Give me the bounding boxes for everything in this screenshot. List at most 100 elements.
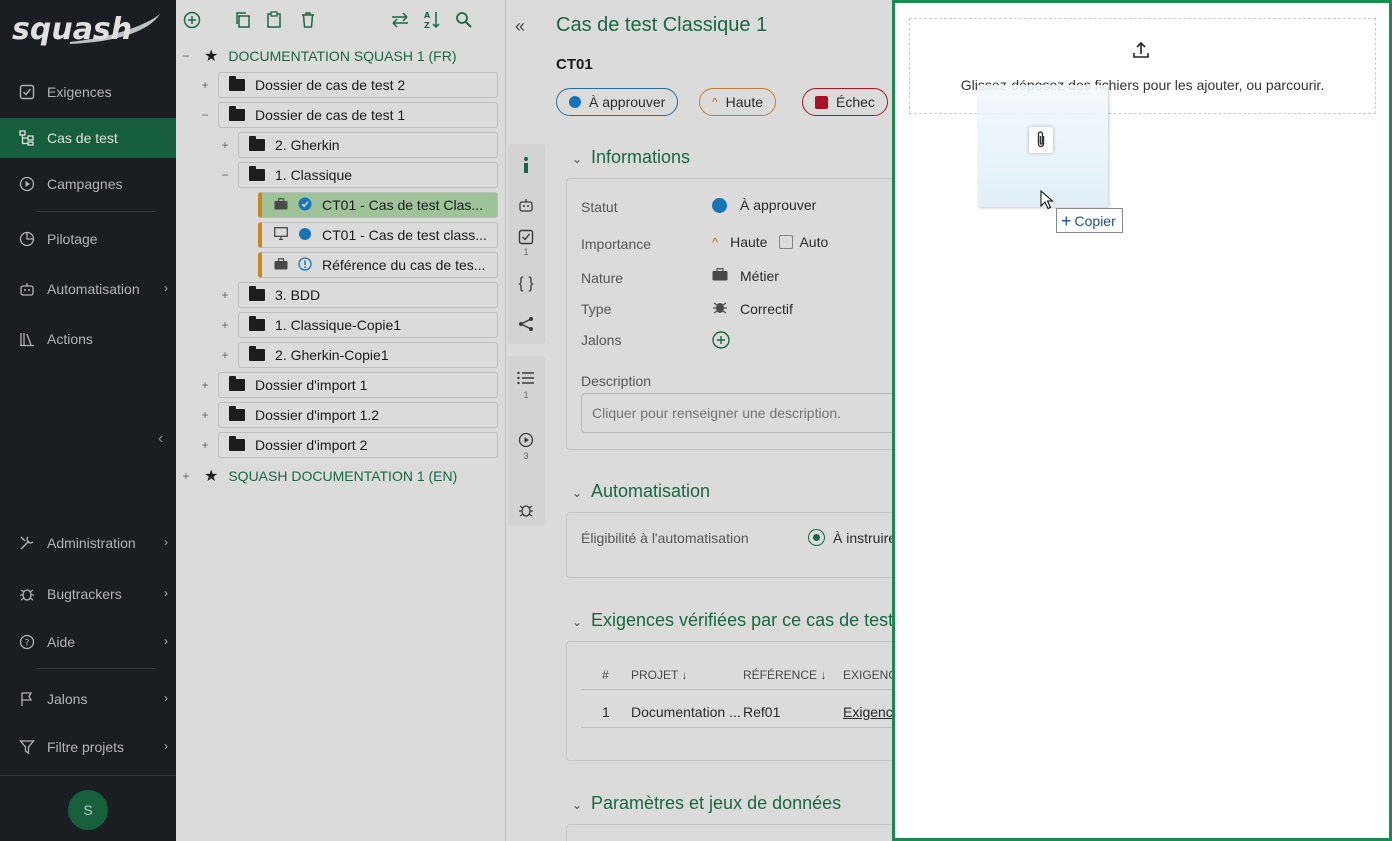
importance-value[interactable]: ^ Haute Auto [712,234,828,250]
nav-item-jalons[interactable]: Jalons › [0,679,176,719]
table-header-reference[interactable]: RÉFÉRENCE ↓ [743,668,826,682]
nav-item-exigences[interactable]: Exigences [0,72,176,112]
folder-icon [249,286,265,301]
nav-item-cas-de-test[interactable]: Cas de test [0,118,176,158]
sort-icon[interactable]: AZ [422,10,442,30]
nature-value[interactable]: Métier [712,268,779,284]
robot-icon[interactable] [517,196,535,214]
nav-item-bugtrackers[interactable]: Bugtrackers › [0,574,176,614]
expand-toggle[interactable]: + [219,318,231,332]
chevron-down-icon[interactable]: ⌄ [572,798,582,812]
share-icon[interactable] [517,315,535,333]
copy-icon[interactable] [233,10,253,30]
nature-text: Métier [740,268,779,284]
delete-icon[interactable] [298,10,318,30]
nav-item-actions[interactable]: Actions [0,319,176,359]
paste-icon[interactable] [264,10,284,30]
play-circle-icon[interactable] [517,431,535,449]
expand-toggle[interactable]: + [219,288,231,302]
double-chevron-left-icon[interactable]: « [515,16,525,37]
section-automatisation[interactable]: Automatisation [591,481,710,502]
add-milestone-icon[interactable] [712,331,730,352]
tree-folder[interactable]: + 2. Gherkin [221,132,498,158]
table-cell-exigence-link[interactable]: Exigenc [843,704,892,720]
nav-item-filtre-projets[interactable]: Filtre projets › [0,727,176,767]
search-icon[interactable] [454,10,474,30]
auto-checkbox[interactable] [779,235,794,249]
approved-check-icon [298,197,312,214]
collapse-nav-icon[interactable]: ‹ [158,430,163,448]
checkbox-icon[interactable] [517,228,535,246]
eligibility-value[interactable]: À instruire [808,529,892,546]
warning-circle-icon [298,256,312,274]
nav-label: Administration [47,535,136,551]
nav-label: Pilotage [47,231,98,247]
bug-icon[interactable] [517,501,535,519]
nav-label: Aide [47,634,76,650]
result-pill[interactable]: Échec [802,88,888,116]
tree-folder[interactable]: − 1. Classique [221,162,498,188]
table-header-projet[interactable]: PROJET ↓ [631,668,687,682]
section-parametres[interactable]: Paramètres et jeux de données [591,793,841,814]
importance-pill[interactable]: ^ Haute [699,88,776,116]
list-icon[interactable] [517,369,535,387]
transfer-icon[interactable] [390,10,410,30]
tree-folder[interactable]: + 3. BDD [221,282,498,308]
status-pill[interactable]: À approuver [556,88,679,116]
chevron-down-icon[interactable]: ⌄ [572,152,582,166]
statut-label: Statut [581,199,618,215]
user-avatar[interactable]: S [68,790,108,830]
test-case-reference: CT01 [556,56,593,73]
collapse-toggle[interactable]: − [180,49,192,63]
add-icon[interactable] [182,10,202,30]
tree-project-fr[interactable]: − ★ DOCUMENTATION SQUASH 1 (FR) [180,43,480,69]
squash-logo[interactable]: squash [10,8,162,48]
nav-item-aide[interactable]: ? Aide › [0,622,176,662]
header-label: RÉFÉRENCE [743,668,818,682]
table-cell-projet: Documentation ... [631,704,741,720]
header-label: PROJET [631,668,679,682]
tree-testcase[interactable]: Référence du cas de tes... [258,252,498,278]
expand-toggle[interactable]: + [199,378,211,392]
table-header-exigence[interactable]: EXIGENC [843,668,892,682]
type-value[interactable]: Correctif [712,299,793,318]
expand-toggle[interactable]: + [199,78,211,92]
tree-folder[interactable]: − Dossier de cas de test 1 [201,102,498,128]
chevron-down-icon[interactable]: ⌄ [572,486,582,500]
nav-item-automatisation[interactable]: Automatisation › [0,269,176,309]
tree-folder[interactable]: + Dossier d'import 1.2 [201,402,498,428]
expand-toggle[interactable]: + [199,438,211,452]
upload-icon[interactable] [1132,41,1150,62]
chevron-right-icon: › [164,691,168,705]
collapse-toggle[interactable]: − [199,108,211,122]
chevron-up-icon: ^ [712,95,718,109]
tree-folder[interactable]: + 1. Classique-Copie1 [221,312,498,338]
steps-count: 1 [523,390,529,400]
collapse-toggle[interactable]: − [219,168,231,182]
nav-item-pilotage[interactable]: Pilotage [0,219,176,259]
tree-folder[interactable]: + Dossier d'import 1 [201,372,498,398]
tree-project-en[interactable]: + ★ SQUASH DOCUMENTATION 1 (EN) [180,463,480,489]
expand-toggle[interactable]: + [219,138,231,152]
description-field[interactable]: Cliquer pour renseigner une description. [581,393,892,433]
tree-folder[interactable]: + 2. Gherkin-Copie1 [221,342,498,368]
section-exigences[interactable]: Exigences vérifiées par ce cas de test [591,610,892,631]
nav-item-campagnes[interactable]: Campagnes [0,164,176,204]
info-icon[interactable] [517,156,535,174]
tools-icon [18,534,36,552]
tree-folder[interactable]: + Dossier de cas de test 2 [201,72,498,98]
expand-toggle[interactable]: + [180,469,192,483]
tree-testcase[interactable]: CT01 - Cas de test class... [258,222,498,248]
expand-toggle[interactable]: + [199,408,211,422]
expand-toggle[interactable]: + [219,348,231,362]
chevron-down-icon[interactable]: ⌄ [572,615,582,629]
tree-testcase-selected[interactable]: CT01 - Cas de test Clas... [258,192,498,218]
nav-item-administration[interactable]: Administration › [0,523,176,563]
braces-icon[interactable]: { } [517,275,535,293]
tree-folder[interactable]: + Dossier d'import 2 [201,432,498,458]
radio-selected[interactable] [808,529,825,546]
mouse-cursor-icon [1040,189,1054,213]
statut-value[interactable]: À approuver [712,197,816,213]
section-informations[interactable]: Informations [591,147,690,168]
result-pill-label: Échec [836,94,875,110]
